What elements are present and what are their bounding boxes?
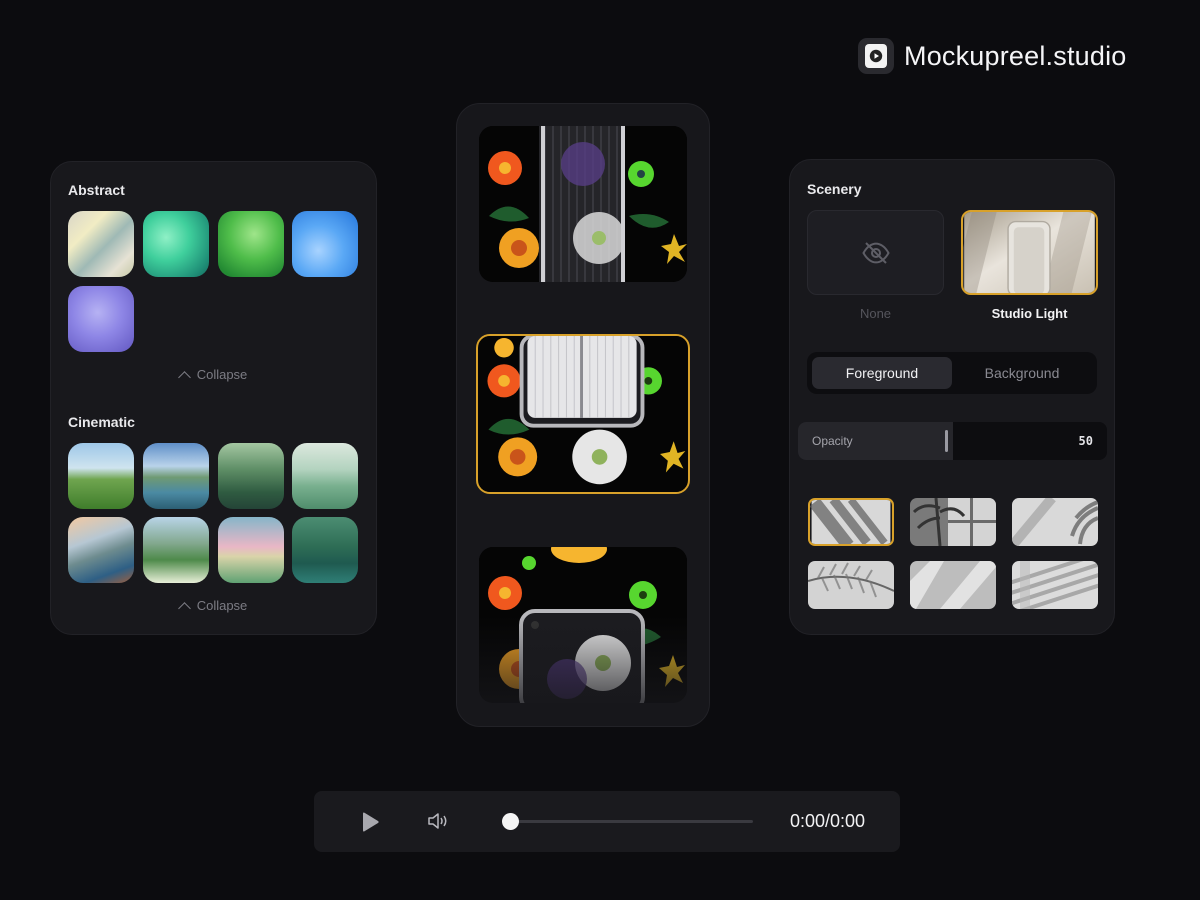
- flower-phone-preview: [478, 336, 688, 492]
- collapse-abstract-button[interactable]: Collapse: [51, 367, 376, 384]
- play-logo-icon: [858, 38, 894, 74]
- shadow-palm-corner-thumbnail: [1012, 498, 1098, 546]
- collapse-cinematic-button[interactable]: Collapse: [51, 598, 376, 615]
- collapse-label: Collapse: [196, 598, 248, 613]
- shadow-window-palm-thumbnail: [910, 498, 996, 546]
- time-readout: 0:00/0:00: [790, 811, 866, 831]
- brand: Mockupreel.studio: [858, 38, 1127, 74]
- shadow-fern[interactable]: [808, 561, 894, 609]
- thumb-cinematic-dunes[interactable]: [292, 443, 358, 509]
- chevron-up-icon: [177, 601, 191, 615]
- scenery-option-studio-light[interactable]: [961, 210, 1098, 295]
- preview-frame-2[interactable]: [476, 334, 690, 494]
- layer-toggle: Foreground Background: [807, 352, 1097, 394]
- thumb-abstract-green[interactable]: [218, 211, 284, 277]
- shadow-fern-thumbnail: [808, 561, 894, 609]
- flower-phone-preview: [479, 126, 687, 282]
- section-title-cinematic: Cinematic: [68, 414, 135, 430]
- thumb-abstract-silk[interactable]: [68, 211, 134, 277]
- thumb-abstract-mint[interactable]: [143, 211, 209, 277]
- media-player: 0:00/0:00: [314, 791, 900, 852]
- thumb-cinematic-woods[interactable]: [292, 517, 358, 583]
- preview-panel: [456, 103, 710, 727]
- shadow-window-palm[interactable]: [910, 498, 996, 546]
- shadow-diagonal-beams[interactable]: [910, 561, 996, 609]
- eye-off-icon: [862, 242, 890, 264]
- progress-knob[interactable]: [502, 813, 519, 830]
- opacity-slider[interactable]: Opacity 50: [798, 422, 1107, 460]
- preview-frame-1[interactable]: [479, 126, 687, 282]
- background-library-panel: Abstract Collapse Cinematic Collapse: [50, 161, 377, 635]
- shadow-blinds[interactable]: [808, 498, 894, 546]
- preview-frame-3[interactable]: [479, 547, 687, 703]
- shadow-diagonal-beams-thumbnail: [910, 561, 996, 609]
- section-title-abstract: Abstract: [68, 182, 125, 198]
- collapse-label: Collapse: [196, 367, 248, 382]
- scenery-label-studio-light: Studio Light: [991, 306, 1068, 321]
- opacity-slider-handle[interactable]: [944, 430, 948, 452]
- shadow-blinds-thumbnail: [810, 500, 891, 544]
- brand-name: Mockupreel.studio: [904, 40, 1127, 71]
- studio-light-thumbnail: [963, 212, 1095, 293]
- play-icon[interactable]: [360, 811, 380, 838]
- opacity-label: Opacity: [812, 434, 853, 448]
- shadow-palm-corner[interactable]: [1012, 498, 1098, 546]
- scenery-label-none: None: [859, 306, 892, 321]
- thumb-cinematic-forest[interactable]: [218, 443, 284, 509]
- volume-icon[interactable]: [427, 811, 449, 836]
- thumb-cinematic-valley[interactable]: [143, 517, 209, 583]
- thumb-abstract-lavender[interactable]: [68, 286, 134, 352]
- scenery-panel: Scenery None Studio Light Foreground Bac…: [789, 159, 1115, 635]
- scenery-option-none[interactable]: [807, 210, 944, 295]
- tab-background[interactable]: Background: [952, 357, 1092, 389]
- thumb-cinematic-lake[interactable]: [143, 443, 209, 509]
- tab-foreground[interactable]: Foreground: [812, 357, 952, 389]
- thumb-abstract-blue[interactable]: [292, 211, 358, 277]
- scenery-title: Scenery: [807, 181, 862, 197]
- shadow-stripes[interactable]: [1012, 561, 1098, 609]
- chevron-up-icon: [177, 370, 191, 384]
- thumb-cinematic-sunset[interactable]: [218, 517, 284, 583]
- progress-track[interactable]: [510, 820, 753, 823]
- flower-phone-preview: [479, 547, 687, 703]
- shadow-stripes-thumbnail: [1012, 561, 1098, 609]
- opacity-value: 50: [1078, 434, 1093, 448]
- thumb-cinematic-island[interactable]: [68, 517, 134, 583]
- thumb-cinematic-hills[interactable]: [68, 443, 134, 509]
